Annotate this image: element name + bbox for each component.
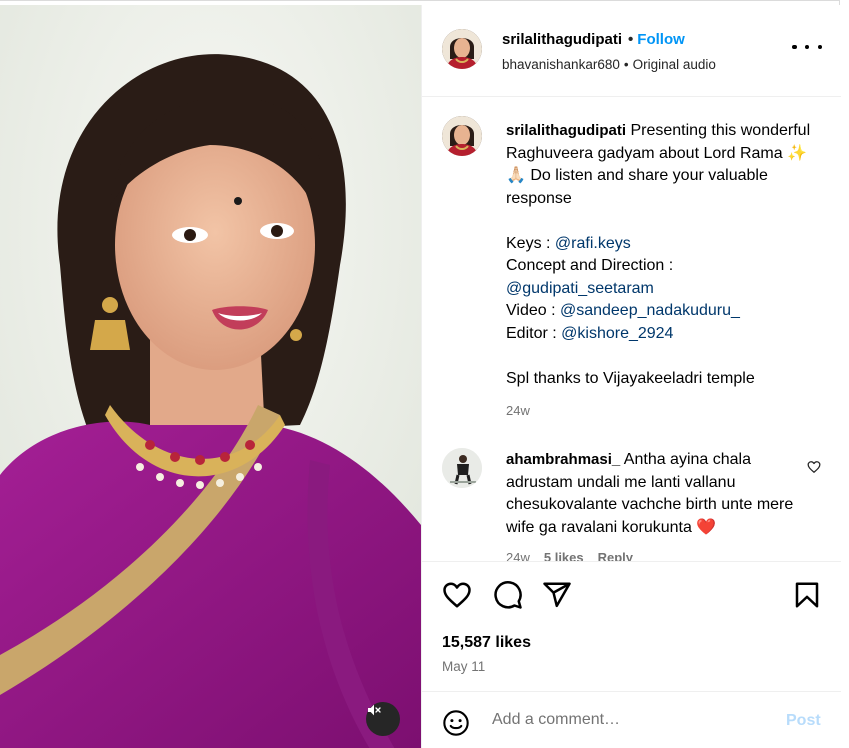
video-frame-illustration: [0, 5, 421, 748]
bookmark-icon: [795, 582, 819, 608]
audio-user-link[interactable]: bhavanishankar680: [502, 57, 620, 72]
comments-list[interactable]: srilalithagudipati Presenting this wonde…: [422, 98, 841, 561]
separator-dot: •: [628, 31, 634, 48]
reply-button[interactable]: Reply: [598, 550, 633, 561]
thanks-text: Spl thanks to Vijayakeeladri temple: [506, 369, 755, 387]
heart-icon: [807, 461, 821, 473]
like-button[interactable]: [442, 580, 472, 615]
video-label: Video :: [506, 302, 560, 319]
audio-row: bhavanishankar680 • Original audio: [502, 57, 716, 72]
post-header: srilalithagudipati • Follow bhavanishankar…: [422, 5, 841, 97]
comment-timestamp[interactable]: 24w: [506, 550, 530, 561]
comment-button[interactable]: [493, 580, 523, 615]
caption-username[interactable]: srilalithagudipati: [506, 122, 626, 139]
action-bar: 15,587 likes May 11: [422, 561, 841, 691]
comment-icon: [494, 581, 522, 609]
keys-label: Keys :: [506, 234, 555, 252]
like-comment-button[interactable]: [807, 460, 821, 479]
more-options-button[interactable]: [792, 37, 822, 57]
mention-link[interactable]: @sandeep_nadakuduru_: [560, 302, 740, 319]
header-username-row: srilalithagudipati • Follow: [502, 31, 685, 48]
caption-timestamp[interactable]: 24w: [506, 403, 530, 418]
separator-dot: •: [623, 57, 629, 72]
mention-link[interactable]: @gudipati_seetaram: [506, 280, 654, 297]
share-icon: [543, 582, 571, 608]
caption-text: srilalithagudipati Presenting this wonde…: [506, 120, 826, 390]
author-avatar[interactable]: [442, 29, 482, 69]
commenter-avatar[interactable]: [442, 448, 482, 488]
follow-button[interactable]: Follow: [637, 31, 685, 48]
save-button[interactable]: [792, 580, 822, 615]
mention-link[interactable]: @kishore_2924: [561, 325, 673, 342]
mute-icon: [368, 704, 381, 716]
more-icon: [792, 44, 797, 50]
emoji-button[interactable]: [442, 709, 470, 742]
heart-icon: [443, 582, 471, 608]
reel-video[interactable]: [0, 5, 421, 748]
caption-author-avatar[interactable]: [442, 116, 482, 156]
comment-likes[interactable]: 5 likes: [544, 550, 584, 561]
comment-text: ahambrahmasi_ Antha ayina chala adrustam…: [506, 449, 806, 539]
mention-link[interactable]: @rafi.keys: [555, 235, 631, 252]
original-audio-link[interactable]: Original audio: [633, 57, 716, 72]
likes-count[interactable]: 15,587 likes: [442, 634, 531, 652]
post-details-panel: srilalithagudipati • Follow bhavanishankar…: [421, 5, 841, 748]
editor-label: Editor :: [506, 324, 562, 342]
mute-button[interactable]: [366, 702, 400, 736]
comment-input[interactable]: [492, 706, 772, 734]
post-comment-button[interactable]: Post: [786, 712, 821, 730]
emoji-icon: [443, 710, 469, 736]
post-date[interactable]: May 11: [442, 659, 485, 674]
author-username[interactable]: srilalithagudipati: [502, 31, 622, 48]
post-dialog: srilalithagudipati • Follow bhavanishankar…: [0, 0, 841, 748]
add-comment-bar: Post: [422, 691, 841, 748]
commenter-username[interactable]: ahambrahmasi_: [506, 451, 620, 468]
comment-meta: 24w 5 likes Reply: [506, 550, 647, 561]
share-button[interactable]: [542, 580, 572, 615]
concept-label: Concept and Direction :: [506, 257, 674, 274]
